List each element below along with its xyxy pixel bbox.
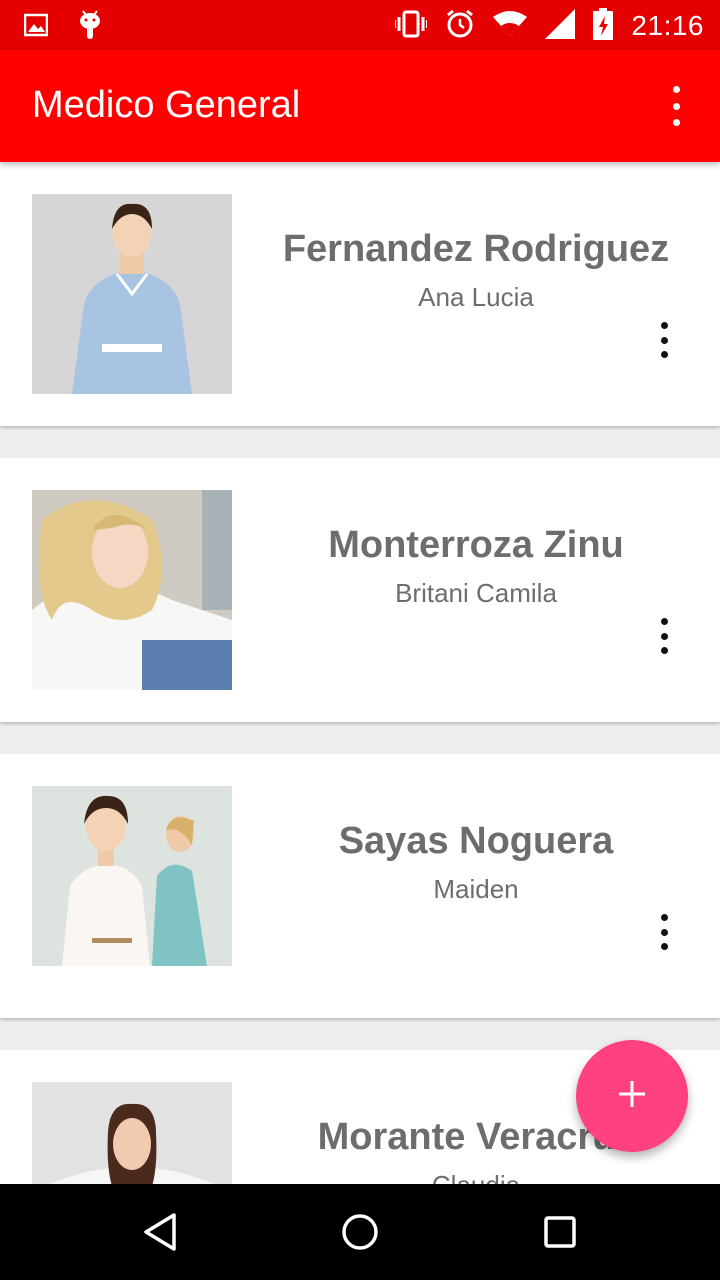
hospital-woman-photo [32,786,232,986]
plus-icon [617,1079,647,1113]
back-icon[interactable] [136,1208,184,1256]
patient-first-name: Maiden [433,874,519,904]
patient-last-name: Monterroza Zinu [328,524,624,566]
patient-list[interactable]: Fernandez Rodriguez Ana Lucia Monterroza… [0,162,720,1184]
add-patient-button[interactable] [576,1040,688,1152]
signal-icon [545,9,576,43]
navigation-bar [0,1184,720,1280]
patient-photo [32,1082,232,1184]
home-icon[interactable] [336,1208,384,1256]
patient-card[interactable]: Fernandez Rodriguez Ana Lucia [0,162,720,426]
patient-last-name: Sayas Noguera [338,820,614,862]
patient-last-name: Fernandez Rodriguez [282,228,670,270]
patient-bed-photo [32,490,232,690]
alarm-icon [445,9,475,43]
app-bar: Medico General [0,50,720,162]
more-vert-icon[interactable] [662,86,690,126]
vibrate-icon [394,10,429,42]
nurse-photo [32,194,232,394]
more-vert-icon[interactable] [652,322,676,358]
patient-card[interactable]: Monterroza Zinu Britani Camila [0,458,720,722]
patient-first-name: Claudia [232,1170,720,1184]
recents-icon[interactable] [536,1208,584,1256]
status-time: 21:16 [631,10,704,41]
patient-first-name: Ana Lucia [418,282,534,312]
android-debug-icon [78,10,102,44]
status-bar: 21:16 [0,0,720,50]
patient-first-name: Britani Camila [395,578,557,608]
battery-charging-icon [593,8,614,44]
wifi-icon [493,11,528,41]
image-icon [23,13,49,41]
patient-card[interactable]: Sayas Noguera Maiden [0,754,720,1018]
more-vert-icon[interactable] [652,914,676,950]
app-title: Medico General [32,84,301,126]
more-vert-icon[interactable] [652,618,676,654]
